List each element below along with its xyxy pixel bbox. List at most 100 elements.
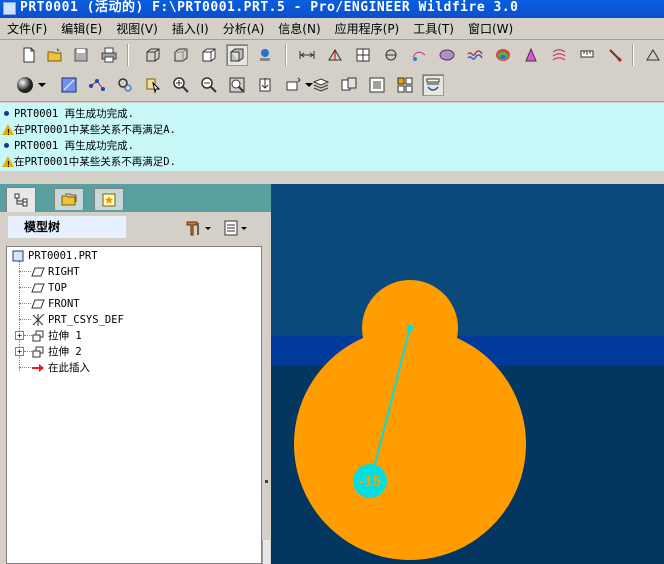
- expand-toggle[interactable]: +: [15, 331, 24, 340]
- new-file-button[interactable]: [18, 44, 40, 66]
- surface-analysis-button[interactable]: [436, 44, 458, 66]
- refit-icon: [229, 77, 245, 93]
- tree-item-front[interactable]: FRONT: [31, 296, 80, 312]
- chevron-down-icon: [241, 227, 247, 230]
- expand-toggle[interactable]: +: [15, 347, 24, 356]
- appearance-dropdown-button[interactable]: [36, 74, 48, 96]
- model-tree-toggle-button[interactable]: [254, 44, 276, 66]
- appearance-gallery-button[interactable]: [14, 74, 36, 96]
- menu-tools[interactable]: 工具(T): [406, 18, 461, 39]
- tab-model-tree[interactable]: [6, 187, 36, 212]
- navigator-panel: 模型树 PRT0001.PRT RIGHT TOP FRONT PRT_CSYS…: [0, 184, 271, 564]
- wireframe-cube-icon: [146, 48, 160, 62]
- brush-icon: [609, 49, 623, 63]
- open-folder-icon: [47, 48, 62, 62]
- tree-item-right[interactable]: RIGHT: [31, 264, 80, 280]
- view-manager-button[interactable]: [338, 74, 360, 96]
- tree-item-extrude-1[interactable]: 拉伸 1: [31, 328, 82, 344]
- tree-scrollbar[interactable]: [262, 540, 270, 564]
- sketch-button[interactable]: [642, 44, 664, 66]
- spin-center-button[interactable]: [408, 44, 430, 66]
- tree-item-insert-here[interactable]: 在此插入: [31, 360, 90, 376]
- show-menu-button[interactable]: [222, 218, 248, 238]
- app-icon: [3, 2, 16, 15]
- saved-views-icon: [286, 77, 301, 91]
- datum-axes-toggle-button[interactable]: [324, 44, 346, 66]
- tree-item-extrude-2[interactable]: 拉伸 2: [31, 344, 82, 360]
- dimension-value[interactable]: -15: [359, 473, 381, 490]
- model-viewport[interactable]: -15: [271, 184, 664, 564]
- tree-item-label: 拉伸 2: [48, 346, 82, 358]
- tree-root[interactable]: PRT0001.PRT: [11, 248, 98, 264]
- saved-views-button[interactable]: [282, 74, 304, 96]
- tree-settings-button[interactable]: [184, 218, 212, 238]
- refit-button[interactable]: [226, 74, 248, 96]
- wireframe-display-button[interactable]: [142, 44, 164, 66]
- printer-icon: [101, 47, 117, 63]
- tab-folder-browser[interactable]: [54, 188, 84, 210]
- favorites-tab-icon: [102, 193, 116, 206]
- zoom-in-icon: [173, 77, 189, 93]
- tab-favorites[interactable]: [94, 188, 124, 210]
- extrude-icon: [31, 329, 45, 343]
- model-setup-button[interactable]: [366, 74, 388, 96]
- shading-button[interactable]: [226, 44, 248, 66]
- reorient-button[interactable]: [254, 74, 276, 96]
- select-box-button[interactable]: [142, 74, 164, 96]
- tree-item-label: FRONT: [48, 298, 80, 310]
- appearance-sphere-icon: [17, 77, 33, 93]
- datum-planes-toggle-button[interactable]: [296, 44, 318, 66]
- graphics-window[interactable]: -15: [271, 184, 664, 564]
- no-hidden-button[interactable]: [198, 44, 220, 66]
- sketch-connect-button[interactable]: [86, 74, 108, 96]
- menu-insert[interactable]: 插入(I): [165, 18, 216, 39]
- new-file-icon: [23, 47, 35, 63]
- tree-item-csys[interactable]: PRT_CSYS_DEF: [31, 312, 124, 328]
- model-large-circle[interactable]: [294, 328, 526, 560]
- family-table-button[interactable]: [394, 74, 416, 96]
- ruler-icon: [580, 50, 594, 58]
- save-icon: [74, 48, 88, 62]
- draft-analysis-button[interactable]: [520, 44, 542, 66]
- edit-tool-button[interactable]: [604, 44, 626, 66]
- csys-toggle-button[interactable]: [380, 44, 402, 66]
- hidden-line-button[interactable]: [170, 44, 192, 66]
- curvature-analysis-button[interactable]: [464, 44, 486, 66]
- find-icon: [118, 78, 132, 92]
- no-hidden-cube-icon: [202, 48, 216, 62]
- message-text: 在PRT0001中某些关系不再满足D.: [14, 156, 176, 168]
- find-button[interactable]: [114, 74, 136, 96]
- save-button[interactable]: [70, 44, 92, 66]
- node-connect-icon: [89, 79, 105, 91]
- chevron-down-icon: [38, 83, 46, 87]
- toolbar-separator: [285, 44, 287, 66]
- thickness-analysis-button[interactable]: [576, 44, 598, 66]
- slope-analysis-button[interactable]: [548, 44, 570, 66]
- chevron-down-icon: [205, 227, 211, 230]
- datum-points-toggle-button[interactable]: [352, 44, 374, 66]
- info-bullet-icon: [4, 143, 9, 148]
- draft-analysis-icon: [525, 47, 537, 62]
- print-button[interactable]: [98, 44, 120, 66]
- menu-view[interactable]: 视图(V): [109, 18, 165, 39]
- folder-tab-icon: [61, 193, 77, 205]
- panel-splitter[interactable]: [262, 246, 271, 564]
- menu-applications[interactable]: 应用程序(P): [328, 18, 407, 39]
- color-map-icon: [496, 49, 510, 61]
- reorient-icon: [259, 78, 271, 92]
- layers-button[interactable]: [310, 74, 332, 96]
- regenerate-button[interactable]: [58, 74, 80, 96]
- menu-info[interactable]: 信息(N): [271, 18, 327, 39]
- menu-edit[interactable]: 编辑(E): [54, 18, 109, 39]
- menu-window[interactable]: 窗口(W): [461, 18, 520, 39]
- menu-analysis[interactable]: 分析(A): [216, 18, 272, 39]
- tree-item-top[interactable]: TOP: [31, 280, 67, 296]
- zoom-in-button[interactable]: [170, 74, 192, 96]
- zoom-out-button[interactable]: [198, 74, 220, 96]
- info-bullet-icon: [4, 111, 9, 116]
- model-intent-button[interactable]: [422, 74, 444, 96]
- shaded-curvature-button[interactable]: [492, 44, 514, 66]
- open-file-button[interactable]: [44, 44, 66, 66]
- sketch-icon: [646, 49, 660, 61]
- menu-file[interactable]: 文件(F): [0, 18, 54, 39]
